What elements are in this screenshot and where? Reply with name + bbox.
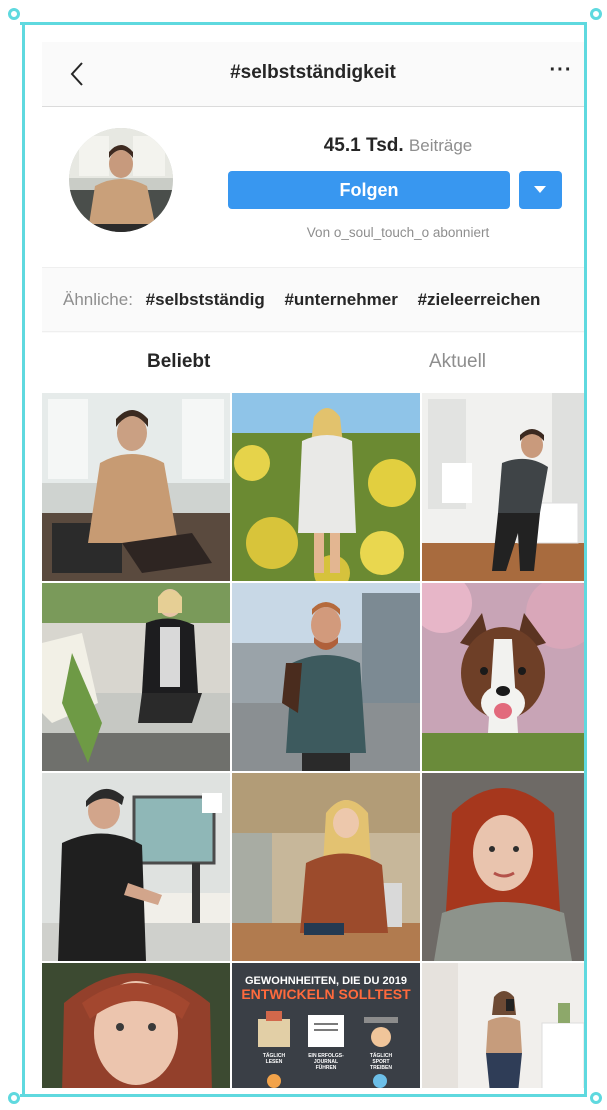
post-count-value: 45.1 Tsd. [323, 135, 404, 156]
page-title: #selbstständigkeit [230, 62, 396, 83]
more-options-button[interactable]: ··· [546, 60, 576, 86]
promo-item: EIN ERFOLGS-JOURNAL FÜHREN [308, 1053, 344, 1071]
post-thumbnail[interactable] [232, 583, 420, 771]
feed-tabs: Beliebt Aktuell [42, 333, 584, 393]
post-thumbnail[interactable] [422, 963, 584, 1088]
follow-button[interactable]: Folgen [228, 171, 510, 209]
post-thumbnail[interactable] [232, 773, 420, 961]
post-thumbnail[interactable] [422, 393, 584, 581]
post-thumbnail[interactable] [232, 393, 420, 581]
post-count-label: Beiträge [408, 136, 473, 155]
caret-down-icon [534, 186, 546, 193]
promo-item: TÄGLICH LESEN [262, 1053, 286, 1065]
related-tags-bar: Ähnliche: #selbstständig #unternehmer #z… [42, 268, 584, 332]
post-thumbnail[interactable] [422, 583, 584, 771]
post-thumbnail[interactable] [42, 963, 230, 1088]
tab-recent[interactable]: Aktuell [429, 351, 486, 373]
frame-corner [590, 8, 602, 20]
post-thumbnail[interactable]: GEWOHNHEITEN, DIE DU 2019 ENTWICKELN SOL… [232, 963, 420, 1088]
frame-corner [590, 1092, 602, 1104]
post-thumbnail[interactable] [42, 393, 230, 581]
photo-grid: GEWOHNHEITEN, DIE DU 2019 ENTWICKELN SOL… [42, 393, 584, 1088]
post-thumbnail[interactable] [42, 773, 230, 961]
post-thumbnail[interactable] [422, 773, 584, 961]
frame-left [22, 24, 25, 1096]
hashtag-header: 45.1 Tsd. Beiträge Folgen Von o_soul_tou… [42, 107, 584, 268]
tab-popular[interactable]: Beliebt [147, 351, 210, 373]
frame-top [20, 22, 587, 25]
related-tag[interactable]: #selbstständig [146, 290, 265, 309]
followed-by-text: Von o_soul_touch_o abonniert [306, 225, 490, 240]
related-tag[interactable]: #zieleerreichen [418, 290, 541, 309]
related-label: Ähnliche: [63, 290, 133, 309]
related-tag[interactable]: #unternehmer [284, 290, 397, 309]
promo-item: TÄGLICH SPORT TREIBEN [369, 1053, 393, 1071]
post-thumbnail[interactable] [42, 583, 230, 771]
frame-corner [8, 1092, 20, 1104]
frame-bottom [20, 1094, 587, 1097]
follow-options-button[interactable] [519, 171, 562, 209]
post-count: 45.1 Tsd. Beiträge [228, 135, 568, 157]
hashtag-avatar[interactable] [69, 128, 173, 232]
frame-right [584, 24, 587, 1096]
top-bar: #selbstständigkeit ··· [42, 42, 584, 107]
phone-screen: #selbstständigkeit ··· 45.1 Tsd. Beiträg… [42, 42, 584, 1088]
frame-corner [8, 8, 20, 20]
